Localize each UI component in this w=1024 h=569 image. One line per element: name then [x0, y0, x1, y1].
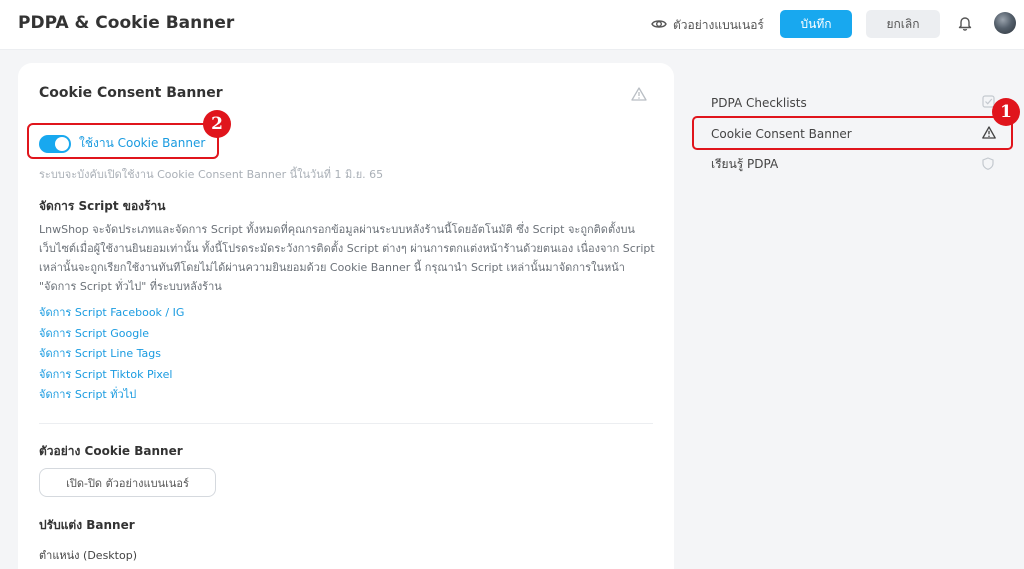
link-script-facebook[interactable]: จัดการ Script Facebook / IG — [39, 305, 184, 326]
link-script-tiktok[interactable]: จัดการ Script Tiktok Pixel — [39, 367, 184, 388]
warning-icon — [982, 124, 996, 143]
sidebar-item-cookie-consent-banner[interactable]: Cookie Consent Banner — [692, 118, 1012, 149]
customize-section-heading: ปรับแต่ง Banner — [39, 518, 135, 532]
toggle-preview-button[interactable]: เปิด-ปิด ตัวอย่างแบนเนอร์ — [39, 468, 216, 497]
shield-icon — [982, 155, 994, 174]
app-title: PDPA & Cookie Banner — [18, 13, 235, 33]
link-script-google[interactable]: จัดการ Script Google — [39, 326, 184, 347]
annotation-badge-2: 2 — [203, 110, 231, 138]
eye-icon — [651, 18, 667, 33]
link-script-general[interactable]: จัดการ Script ทั่วไป — [39, 387, 184, 408]
preview-banner-label: ตัวอย่างแบนเนอร์ — [673, 18, 764, 32]
preview-section-heading: ตัวอย่าง Cookie Banner — [39, 444, 183, 458]
save-button[interactable]: บันทึก — [780, 10, 852, 38]
cancel-button[interactable]: ยกเลิก — [866, 10, 940, 38]
sidebar-item-pdpa-checklists[interactable]: PDPA Checklists — [692, 87, 1012, 118]
cookie-consent-card: Cookie Consent Banner ใช้งาน Cookie Bann… — [18, 63, 674, 569]
toggle-label: ใช้งาน Cookie Banner — [79, 136, 206, 150]
position-desktop-label: ตำแหน่ง (Desktop) — [39, 549, 137, 562]
toggle-knob — [55, 136, 69, 151]
script-links: จัดการ Script Facebook / IG จัดการ Scrip… — [39, 305, 184, 408]
avatar[interactable] — [994, 12, 1016, 34]
cookie-banner-toggle-row[interactable]: ใช้งาน Cookie Banner — [39, 134, 205, 153]
sidebar-item-label: เรียนรู้ PDPA — [711, 157, 779, 171]
sidebar-item-label: PDPA Checklists — [711, 95, 807, 110]
top-bar: PDPA & Cookie Banner ตัวอย่างแบนเนอร์ บั… — [0, 0, 1024, 50]
script-section-heading: จัดการ Script ของร้าน — [39, 199, 166, 213]
warning-icon — [631, 86, 647, 105]
link-script-line-tags[interactable]: จัดการ Script Line Tags — [39, 346, 184, 367]
cookie-banner-toggle[interactable] — [39, 134, 71, 153]
enforcement-hint: ระบบจะบังคับเปิดใช้งาน Cookie Consent Ba… — [39, 168, 384, 181]
script-section-description: LnwShop จะจัดประเภทและจัดการ Script ทั้ง… — [39, 223, 655, 293]
bell-icon[interactable] — [958, 15, 972, 35]
preview-banner-link[interactable]: ตัวอย่างแบนเนอร์ — [651, 16, 764, 35]
divider — [39, 423, 653, 424]
sidebar-item-label: Cookie Consent Banner — [711, 126, 852, 141]
annotation-badge-1: 1 — [992, 98, 1020, 126]
card-title: Cookie Consent Banner — [39, 85, 223, 101]
sidebar-item-learn-pdpa[interactable]: เรียนรู้ PDPA — [692, 149, 1012, 180]
